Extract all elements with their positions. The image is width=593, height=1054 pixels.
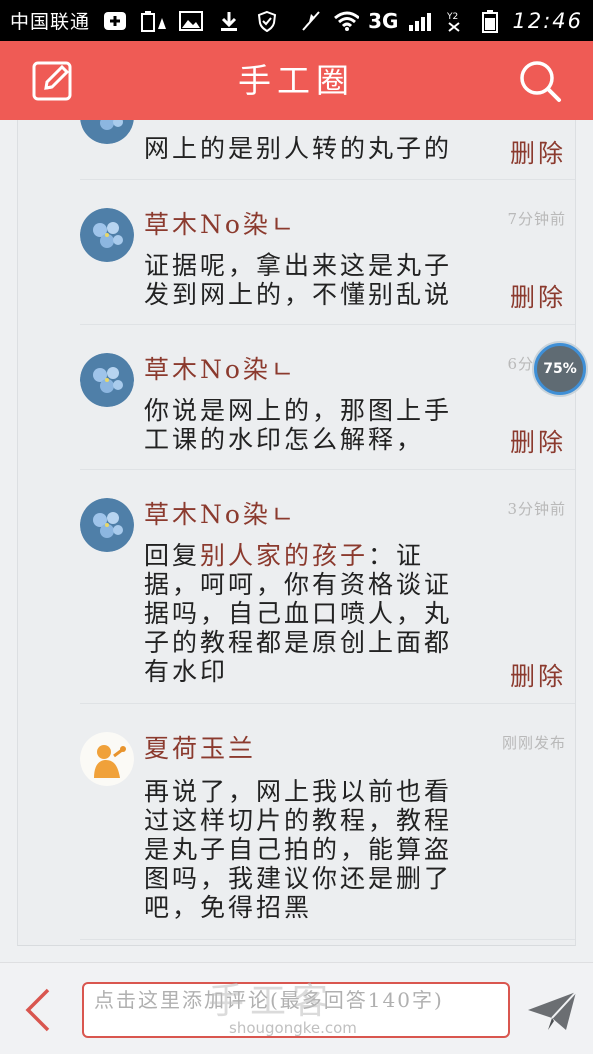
comment-time: 7分钟前 xyxy=(507,210,566,228)
reply-prefix: 回复 xyxy=(144,541,201,570)
edit-button[interactable] xyxy=(30,58,76,104)
delete-button[interactable]: 删除 xyxy=(510,423,566,459)
comment-item: 草木No染ㄴ 6分钟前 你说是网上的，那图上手工课的水印怎么解释， 删除 xyxy=(80,325,575,470)
signal-sim2-icon: Y2 xyxy=(442,10,468,32)
app-header: 手工圈 xyxy=(0,41,593,120)
comment-text: 回复别人家的孩子：证据，呵呵，你有资格谈证据吗，自己血口喷人，丸子的教程都是原创… xyxy=(144,541,474,686)
status-bar: 中国联通 3G Y2 12:46 xyxy=(0,0,593,41)
avatar[interactable] xyxy=(80,353,134,407)
progress-badge[interactable]: 75% xyxy=(534,343,586,395)
comment-text: 再说了，网上我以前也看过这样切片的教程，教程是丸子自己拍的，能算盗图吗，我建议你… xyxy=(144,777,453,922)
battery-warning-icon xyxy=(140,10,167,32)
battery-icon xyxy=(477,9,503,33)
comment-item: 网上的是别人转的丸子的 删除 xyxy=(80,120,575,180)
comment-list[interactable]: 网上的是别人转的丸子的 删除 草木No染ㄴ 7分钟前 证据呢，拿出来这是丸子发到… xyxy=(17,120,576,946)
delete-button[interactable]: 删除 xyxy=(510,657,566,693)
image-notification-icon xyxy=(178,10,204,32)
comment-username[interactable]: 夏荷玉兰 xyxy=(144,729,256,765)
avatar[interactable] xyxy=(80,208,134,262)
comment-username[interactable]: 草木No染ㄴ xyxy=(144,205,297,241)
avatar[interactable] xyxy=(80,498,134,552)
comment-item: 草木No染ㄴ 7分钟前 证据呢，拿出来这是丸子发到网上的，不懂别乱说 删除 xyxy=(80,180,575,325)
page-title: 手工圈 xyxy=(238,61,355,100)
send-icon xyxy=(528,991,577,1030)
carrier-name: 中国联通 xyxy=(10,11,91,33)
comment-username[interactable]: 草木No染ㄴ xyxy=(144,350,297,386)
back-button[interactable] xyxy=(22,987,56,1033)
add-notification-icon xyxy=(102,10,128,32)
comment-username[interactable]: 草木No染ㄴ xyxy=(144,495,297,531)
comment-text: 网上的是别人转的丸子的 xyxy=(144,134,453,163)
signal-icon xyxy=(407,10,433,32)
delete-button[interactable]: 删除 xyxy=(510,134,566,170)
send-button[interactable] xyxy=(526,988,578,1034)
comment-text: 你说是网上的，那图上手工课的水印怎么解释， xyxy=(144,396,453,454)
comment-text: 证据呢，拿出来这是丸子发到网上的，不懂别乱说 xyxy=(144,251,453,309)
wifi-icon xyxy=(333,10,360,32)
shield-icon xyxy=(254,10,280,32)
svg-text:Y2: Y2 xyxy=(446,12,458,22)
search-icon xyxy=(520,61,561,102)
comment-item: 草木No染ㄴ 3分钟前 回复别人家的孩子：证据，呵呵，你有资格谈证据吗，自己血口… xyxy=(80,470,575,704)
comment-time: 刚刚发布 xyxy=(501,734,566,752)
avatar[interactable] xyxy=(80,120,134,144)
comment-time: 3分钟前 xyxy=(507,500,566,518)
comment-item: 夏荷玉兰 刚刚发布 再说了，网上我以前也看过这样切片的教程，教程是丸子自己拍的，… xyxy=(80,704,575,940)
clock: 12:46 xyxy=(512,8,583,33)
edit-icon xyxy=(32,61,72,101)
back-arrow-icon xyxy=(25,988,50,1032)
download-icon xyxy=(216,10,242,32)
watermark-url: shougongke.com xyxy=(229,1019,357,1037)
reply-mention[interactable]: 别人家的孩子 xyxy=(200,541,368,570)
watermark-logo: 手工客 xyxy=(208,981,335,1022)
search-button[interactable] xyxy=(517,58,563,104)
network-type: 3G xyxy=(368,8,399,33)
mute-icon xyxy=(298,10,324,32)
avatar[interactable] xyxy=(80,732,134,786)
delete-button[interactable]: 删除 xyxy=(510,278,566,314)
